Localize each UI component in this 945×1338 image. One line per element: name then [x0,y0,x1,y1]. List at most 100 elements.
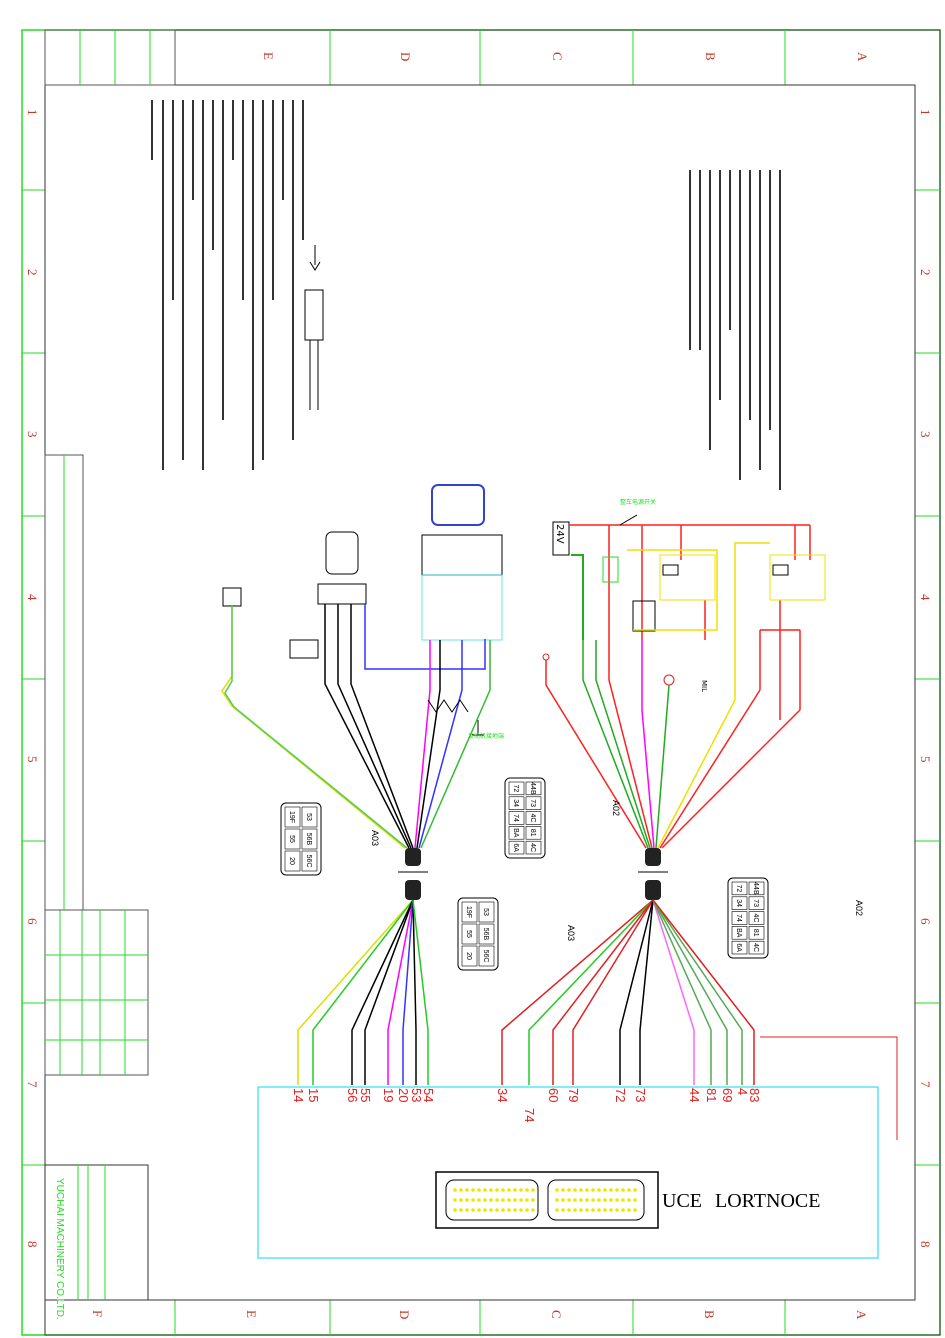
wire [528,899,654,1085]
grid-number-right: 1 [918,109,933,116]
ecu-pin [609,1188,613,1192]
ecu-pin [471,1198,475,1202]
connector-pin-label: 53 [482,908,489,916]
grid-number-left: 7 [25,1081,40,1088]
ecu-pin [609,1198,613,1202]
ecu-pin-label: 14 [291,1088,306,1102]
connector-pin-label: 56C [482,950,489,963]
grid-number-right: 6 [918,918,933,925]
ecu-pin [567,1188,571,1192]
grid-number-left: 6 [25,918,40,925]
grid-letter-bottom: E [244,1310,259,1318]
ecu-pin [513,1198,517,1202]
connector-blue [431,484,485,526]
ecu-pin [615,1188,619,1192]
lower-wires [297,899,755,1085]
ecu-pin [597,1208,601,1212]
ecu-pin-label: 83 [747,1088,762,1102]
grid-letter-top: A [855,52,870,62]
ecu-pin [495,1188,499,1192]
ecu-pin [507,1198,511,1202]
connector-pin-label: 72 [735,885,742,893]
ecu-pin [525,1198,529,1202]
ecu-pin [513,1188,517,1192]
ecu-label-right: LORTNOCE [715,1190,820,1212]
grid-letter-top: D [398,52,413,61]
ecu-pin [597,1188,601,1192]
grid-number-right: 2 [918,269,933,276]
connector-pin-label: 56B [305,833,312,846]
company-name: YUCHAI MACHINERY CO.LTD. [54,1178,65,1320]
ecu-pin [573,1198,577,1202]
connector-a02-label-bottom: A02 [854,900,864,916]
ecu-pin-label: 74 [522,1108,537,1122]
relay-2 [659,554,716,601]
ecu-pin [579,1198,583,1202]
ecu-pin [459,1198,463,1202]
ecu-pin [633,1208,637,1212]
connector-pin-label: 34 [735,899,742,907]
grid-number-left: 4 [25,594,40,601]
connector-pin-label: 44B [529,782,536,795]
connector-pin-label: 81 [529,829,536,837]
ecu-pin-label: 73 [633,1088,648,1102]
ecu-pin [507,1208,511,1212]
ecu-pin-label: 81 [704,1088,719,1102]
ecu-pin [489,1198,493,1202]
connector-pin-label: 56B [482,928,489,941]
grid-letter-top: C [550,52,565,61]
connector-pin-label: 19F [288,811,295,823]
right-bundle-upper [545,640,801,849]
title-block [44,29,176,1301]
ecu-pin [603,1188,607,1192]
ecu-pin [603,1208,607,1212]
grid-letter-bottom: B [702,1310,717,1319]
ecu-pin [501,1208,505,1212]
ecu-pin [585,1198,589,1202]
ecu-pin [603,1198,607,1202]
ecu-pin [525,1208,529,1212]
ecu-pin [453,1188,457,1192]
ecu-pin [579,1188,583,1192]
ecu-pin [459,1188,463,1192]
ecu-pin-label: 60 [546,1088,561,1102]
mil-label: MIL [700,680,708,692]
connector-pin-label: 19F [465,906,472,918]
grid-number-right: 8 [918,1241,933,1248]
drawing-area-border [44,84,916,1301]
ecu-pin [477,1198,481,1202]
ecu-pin [627,1188,631,1192]
ecu-pin-label: 55 [358,1088,373,1102]
ecu-pin-label: 79 [566,1088,581,1102]
ecu-pin [615,1198,619,1202]
ecu-pin-label: 72 [613,1088,628,1102]
connector-pin-label: 44B [752,882,759,895]
grid-number-left: 2 [25,269,40,276]
ecu-connector [435,1171,659,1229]
grid-number-left: 8 [25,1241,40,1248]
ecu-pin [561,1188,565,1192]
connector-a03-label: A03 [370,830,380,846]
ecu-pin [519,1198,523,1202]
relay-main [632,600,656,632]
ecu-pin [465,1188,469,1192]
ecu-pin [591,1208,595,1212]
ecu-pin [609,1208,613,1212]
ecu-pin [471,1188,475,1192]
connector-pin-label: 20 [465,952,472,960]
connector-pin-label: 4C [529,843,536,852]
ecu-pin-label: 19 [381,1088,396,1102]
ground-label: 发动机接地端 [468,732,504,740]
bundle-clamps [398,848,668,900]
ecu-pin [627,1198,631,1202]
ecu-pin [561,1208,565,1212]
grid-letter-top: E [261,52,276,60]
connector-pin-label: 4C [752,943,759,952]
ecu-pin [531,1198,535,1202]
ecu-pin [633,1198,637,1202]
ecu-pin [555,1208,559,1212]
connector-pin-label: 56C [305,855,312,868]
outer-frame [21,29,941,1336]
ecu-pin [555,1188,559,1192]
ecu-pin [591,1198,595,1202]
